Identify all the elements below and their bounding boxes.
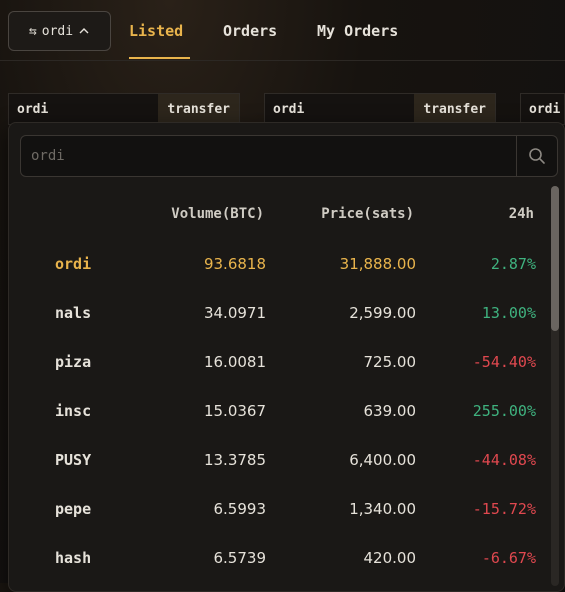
search-input[interactable] bbox=[21, 136, 517, 176]
scrollbar[interactable] bbox=[551, 186, 559, 586]
token-row[interactable]: piza 16.0081 725.00 -54.40% bbox=[9, 338, 549, 387]
token-switch-button[interactable]: ⇆ ordi bbox=[8, 11, 111, 51]
token-volume: 16.0081 bbox=[203, 353, 266, 371]
scrollbar-thumb[interactable] bbox=[551, 186, 559, 331]
top-nav-bar: ⇆ ordi Listed Orders My Orders bbox=[0, 0, 565, 61]
token-row[interactable]: hash 6.5739 420.00 -6.67% bbox=[9, 534, 549, 583]
token-change: 2.87% bbox=[490, 255, 536, 273]
token-name: ordi bbox=[55, 255, 92, 273]
token-name: hash bbox=[55, 549, 92, 567]
token-name: PUSY bbox=[55, 451, 92, 469]
token-change: 13.00% bbox=[481, 304, 536, 322]
token-price: 2,599.00 bbox=[349, 304, 416, 322]
token-volume: 6.5739 bbox=[213, 549, 267, 567]
token-name: insc bbox=[55, 402, 92, 420]
chevron-up-icon bbox=[79, 28, 89, 34]
swap-arrows-icon: ⇆ bbox=[28, 23, 37, 39]
token-row[interactable]: insc 15.0367 639.00 255.00% bbox=[9, 387, 549, 436]
token-row[interactable]: PUSY 13.3785 6,400.00 -44.08% bbox=[9, 436, 549, 485]
token-card[interactable]: ordi transfer bbox=[8, 93, 240, 125]
token-card-name: ordi bbox=[273, 101, 305, 117]
search-box bbox=[20, 135, 558, 177]
token-switch-label: ordi bbox=[41, 23, 74, 39]
token-row[interactable]: nals 34.0971 2,599.00 13.00% bbox=[9, 289, 549, 338]
token-name: nals bbox=[55, 304, 92, 322]
token-card-name: ordi bbox=[17, 101, 49, 117]
price-column-header[interactable]: Price(sats) bbox=[321, 206, 414, 222]
token-card[interactable]: ordi bbox=[520, 93, 565, 125]
token-price: 1,340.00 bbox=[349, 500, 416, 518]
transfer-button[interactable]: transfer bbox=[158, 94, 239, 124]
search-icon bbox=[529, 148, 545, 164]
token-card-name: ordi bbox=[529, 101, 561, 117]
change-column-header[interactable]: 24h bbox=[509, 206, 534, 222]
token-price: 420.00 bbox=[363, 549, 417, 567]
search-button[interactable] bbox=[516, 136, 557, 176]
token-price: 6,400.00 bbox=[349, 451, 416, 469]
token-row[interactable]: ordi 93.6818 31,888.00 2.87% bbox=[9, 240, 549, 289]
token-dropdown-panel: Volume(BTC) Price(sats) 24h ordi 93.6818 3… bbox=[8, 122, 565, 592]
token-change: -6.67% bbox=[481, 549, 536, 567]
token-card[interactable]: ordi transfer bbox=[264, 93, 496, 125]
tab-listed[interactable]: Listed bbox=[129, 22, 183, 40]
token-row[interactable]: pepe 6.5993 1,340.00 -15.72% bbox=[9, 485, 549, 534]
tab-orders[interactable]: Orders bbox=[223, 22, 277, 40]
transfer-button[interactable]: transfer bbox=[414, 94, 495, 124]
token-price: 31,888.00 bbox=[339, 255, 416, 273]
token-price: 639.00 bbox=[363, 402, 417, 420]
token-volume: 6.5993 bbox=[213, 500, 267, 518]
token-volume: 15.0367 bbox=[203, 402, 266, 420]
token-volume: 13.3785 bbox=[203, 451, 266, 469]
token-change: -44.08% bbox=[472, 451, 536, 469]
active-tab-indicator bbox=[129, 57, 190, 59]
token-volume: 34.0971 bbox=[203, 304, 266, 322]
token-change: -54.40% bbox=[472, 353, 536, 371]
token-price: 725.00 bbox=[363, 353, 417, 371]
token-volume: 93.6818 bbox=[203, 255, 266, 273]
tab-my-orders[interactable]: My Orders bbox=[317, 22, 398, 40]
token-change: -15.72% bbox=[472, 500, 536, 518]
token-change: 255.00% bbox=[472, 402, 536, 420]
token-name: piza bbox=[55, 353, 92, 371]
volume-column-header[interactable]: Volume(BTC) bbox=[171, 206, 264, 222]
token-name: pepe bbox=[55, 500, 92, 518]
